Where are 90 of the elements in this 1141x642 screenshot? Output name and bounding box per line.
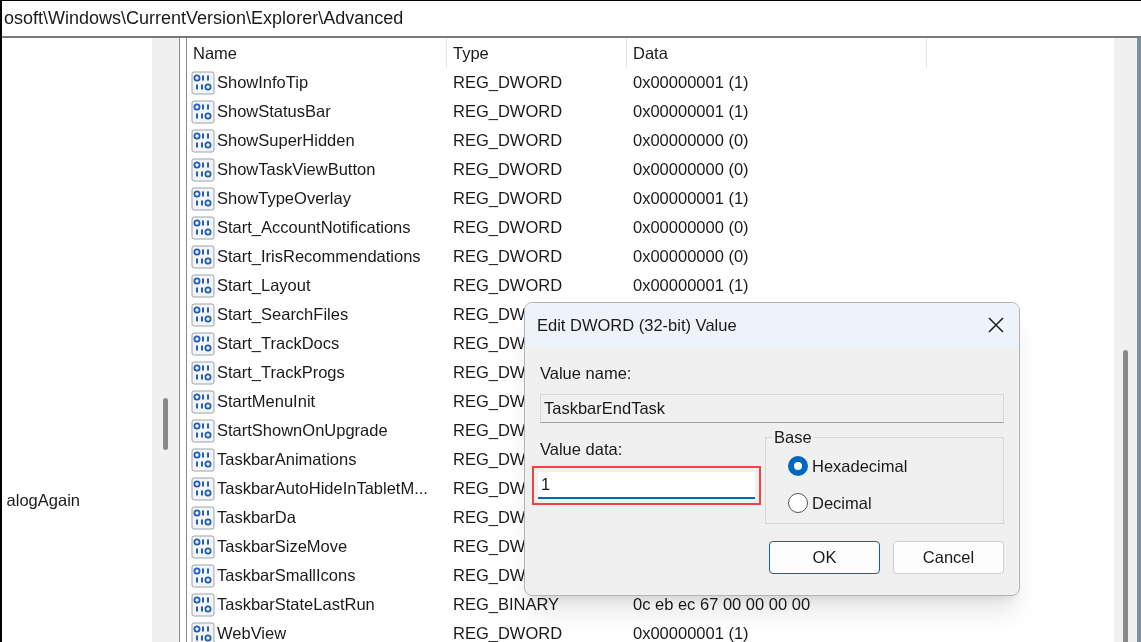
dialog-button[interactable]: Cancel bbox=[893, 540, 1004, 574]
value-type: REG_DWORD bbox=[453, 276, 563, 295]
value-type: REG_DWORD bbox=[453, 189, 563, 208]
radio-option[interactable]: Hexadecimal bbox=[788, 453, 1003, 479]
value-name[interactable]: TaskbarStateLastRun bbox=[217, 592, 375, 617]
value-name[interactable]: TaskbarAnimations bbox=[217, 447, 357, 472]
value-name[interactable]: Start_SearchFiles bbox=[217, 302, 349, 327]
value-name[interactable]: WebView bbox=[217, 621, 287, 642]
column-header[interactable]: Data bbox=[627, 38, 927, 68]
value-name[interactable]: TaskbarSmallIcons bbox=[217, 563, 356, 588]
tree-item[interactable]: alogAgain bbox=[2, 488, 152, 512]
value-name[interactable]: ShowInfoTip bbox=[217, 70, 309, 95]
value-name-field[interactable]: TaskbarEndTask bbox=[540, 393, 1004, 423]
value-type: REG_DW bbox=[453, 537, 526, 556]
binary-value-icon bbox=[191, 99, 215, 124]
value-type: REG_DW bbox=[453, 479, 526, 498]
value-name[interactable]: Start_IrisRecommendations bbox=[217, 244, 421, 269]
value-name[interactable]: TaskbarDa bbox=[217, 505, 296, 530]
value-name[interactable]: StartShownOnUpgrade bbox=[217, 418, 388, 443]
value-data: 0x00000001 (1) bbox=[632, 188, 749, 210]
value-name[interactable]: ShowStatusBar bbox=[217, 99, 331, 124]
radio-button[interactable] bbox=[788, 492, 808, 513]
value-type: REG_DWORD bbox=[453, 624, 563, 642]
binary-value-icon bbox=[191, 244, 215, 269]
binary-value-icon bbox=[191, 360, 215, 385]
value-data: 0x00000000 (0) bbox=[632, 130, 749, 152]
value-name[interactable]: Start_TrackDocs bbox=[217, 331, 340, 356]
binary-value-icon bbox=[191, 476, 215, 501]
scrollbar-thumb[interactable] bbox=[1123, 350, 1128, 642]
value-type: REG_DW bbox=[453, 421, 526, 440]
field-label: Value name: bbox=[540, 363, 633, 384]
value-type: REG_DW bbox=[453, 305, 526, 324]
value-type: REG_DWORD bbox=[453, 73, 563, 92]
value-type: REG_DWORD bbox=[453, 102, 563, 121]
binary-value-icon bbox=[191, 418, 215, 443]
binary-value-icon bbox=[191, 505, 215, 530]
value-data: 0x00000001 (1) bbox=[632, 101, 749, 123]
value-type: REG_DW bbox=[453, 508, 526, 527]
field-label: Value data: bbox=[540, 438, 624, 460]
value-name[interactable]: TaskbarAutoHideInTabletM... bbox=[217, 476, 428, 501]
value-name[interactable]: ShowSuperHidden bbox=[217, 128, 355, 153]
binary-value-icon bbox=[191, 70, 215, 95]
value-name[interactable]: TaskbarSizeMove bbox=[217, 534, 348, 559]
value-name[interactable]: Start_TrackProgs bbox=[217, 360, 345, 385]
binary-value-icon bbox=[191, 447, 215, 472]
binary-value-icon bbox=[191, 273, 215, 298]
dialog-button[interactable]: OK bbox=[769, 540, 880, 574]
binary-value-icon bbox=[191, 389, 215, 414]
binary-value-icon bbox=[191, 302, 215, 327]
scrollbar[interactable] bbox=[152, 38, 179, 642]
binary-value-icon bbox=[191, 534, 215, 559]
value-type: REG_DWORD bbox=[453, 247, 563, 266]
value-name[interactable]: StartMenuInit bbox=[217, 389, 316, 414]
column-header[interactable]: Name bbox=[187, 38, 447, 68]
value-data: 0x00000001 (1) bbox=[632, 72, 749, 94]
value-type: REG_DW bbox=[453, 392, 526, 411]
radio-button[interactable] bbox=[788, 456, 808, 477]
value-type: REG_DWORD bbox=[453, 160, 563, 179]
value-type: REG_DW bbox=[453, 566, 526, 585]
pane-splitter[interactable] bbox=[179, 38, 187, 642]
value-data: 0x00000000 (0) bbox=[632, 217, 749, 239]
value-name[interactable]: ShowTypeOverlay bbox=[217, 186, 351, 211]
radio-option[interactable]: Decimal bbox=[788, 490, 1003, 516]
value-type: REG_DWORD bbox=[453, 131, 563, 150]
value-data: 0x00000001 (1) bbox=[632, 275, 749, 297]
value-type: REG_DW bbox=[453, 334, 526, 353]
value-type: REG_DWORD bbox=[453, 218, 563, 237]
value-data: 0x00000000 (0) bbox=[632, 159, 749, 181]
binary-value-icon bbox=[191, 592, 215, 617]
close-icon[interactable] bbox=[987, 316, 1005, 334]
value-name[interactable]: ShowTaskViewButton bbox=[217, 157, 376, 182]
binary-value-icon bbox=[191, 128, 215, 153]
value-data: 0x00000000 (0) bbox=[632, 246, 749, 268]
scrollbar[interactable] bbox=[1114, 38, 1141, 642]
value-type: REG_DW bbox=[453, 450, 526, 469]
dialog-title: Edit DWORD (32-bit) Value bbox=[537, 314, 737, 336]
scrollbar-thumb[interactable] bbox=[163, 398, 168, 450]
binary-value-icon bbox=[191, 215, 215, 240]
value-name[interactable]: Start_AccountNotifications bbox=[217, 215, 411, 240]
binary-value-icon bbox=[191, 157, 215, 182]
binary-value-icon bbox=[191, 331, 215, 356]
value-type: REG_DW bbox=[453, 363, 526, 382]
binary-value-icon bbox=[191, 186, 215, 211]
value-data: 0c eb ec 67 00 00 00 00 bbox=[632, 594, 811, 616]
value-type: REG_BINARY bbox=[453, 595, 560, 614]
column-header[interactable]: Type bbox=[447, 38, 627, 68]
value-data: 0x00000001 (1) bbox=[632, 623, 749, 642]
value-name[interactable]: Start_Layout bbox=[217, 273, 311, 298]
binary-value-icon bbox=[191, 563, 215, 588]
value-data-field[interactable]: 1 bbox=[538, 471, 755, 499]
